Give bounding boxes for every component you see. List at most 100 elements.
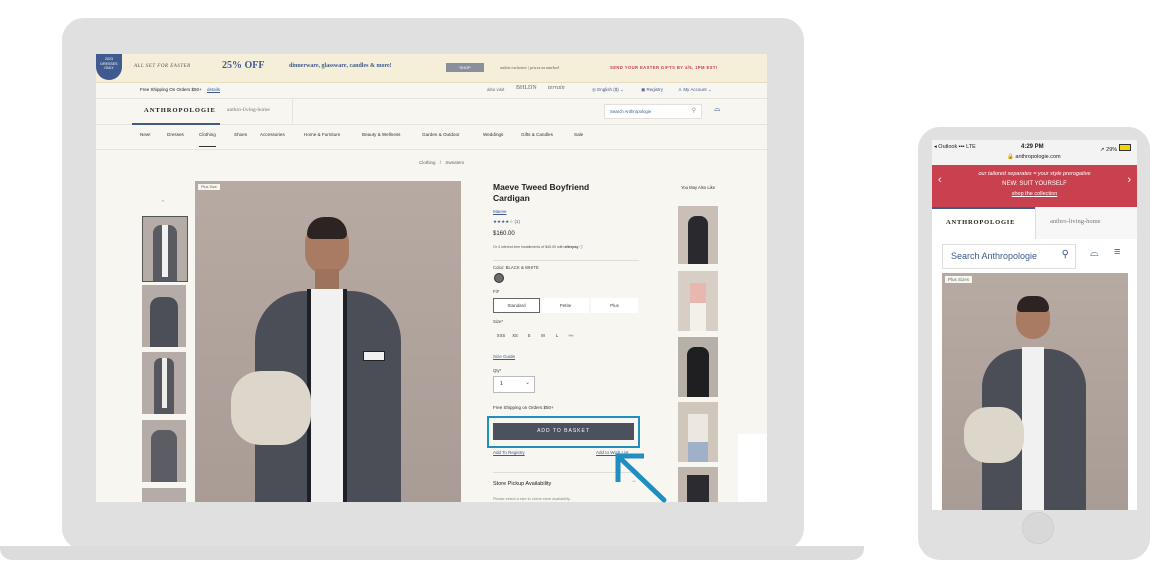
nav-new[interactable]: New! [140, 132, 150, 137]
nav-sale[interactable]: Sale [574, 132, 583, 137]
promo-shop-button[interactable]: SHOP [446, 63, 484, 72]
registry-link[interactable]: ▣ Registry [641, 87, 663, 93]
url-bar[interactable]: 🔒 anthropologie.com [1007, 154, 1061, 160]
search-icon[interactable]: ⚲ [692, 107, 696, 114]
product-title: Maeve Tweed Boyfriend Cardigan [493, 182, 590, 203]
mobile-plus-size-tag: Plus Sizes [945, 276, 973, 283]
qty-select[interactable]: 1 ⌄ [493, 376, 535, 393]
details-link[interactable]: details [207, 87, 220, 92]
nav-home-furniture[interactable]: Home & Furniture [304, 132, 340, 137]
side-panel [738, 434, 767, 502]
add-to-registry-link[interactable]: Add To Registry [493, 450, 525, 455]
breadcrumb-sweaters[interactable]: Sweaters [445, 160, 464, 165]
anthropologie-logo: ANTHROPOLOGIE [144, 107, 216, 114]
add-to-basket-button[interactable]: ADD TO BASKET [493, 423, 634, 440]
utility-bar: Free Shipping On Orders $50+ details als… [96, 82, 767, 99]
mobile-screen: ◂ Outlook ▪▪▪ LTE 4:29 PM ➚ 29% 🔒 anthro… [932, 140, 1137, 510]
promo-banner[interactable]: 2023 DRESSES ONLY ALL SET FOR EASTER 25%… [96, 54, 767, 83]
thumbnail-5[interactable] [142, 488, 186, 502]
anthropologie-tab[interactable]: ANTHROPOLOGIE [132, 98, 220, 125]
afterpay-logo: afterpay [564, 245, 579, 249]
language-selector[interactable]: ◎ English ($) ⌄ [592, 87, 624, 93]
recommendation-4[interactable] [678, 402, 718, 462]
thumbnail-3[interactable] [142, 352, 186, 414]
size-xs[interactable]: XS [510, 330, 520, 341]
mobile-search-input[interactable]: Search Anthropologie ⚲ [942, 244, 1076, 269]
promo-badge: 2023 DRESSES ONLY [96, 54, 122, 80]
mobile-anthropologie-logo: ANTHROPOLOGIE [946, 219, 1016, 226]
nav-dresses[interactable]: Dresses [167, 132, 184, 137]
size-s[interactable]: S [524, 330, 534, 341]
size-m[interactable]: M [538, 330, 548, 341]
size-l[interactable]: L [552, 330, 562, 341]
breadcrumb: Clothing / Sweaters [419, 160, 465, 165]
globe-icon: ◎ [592, 87, 596, 92]
thumbnail-4[interactable] [142, 420, 186, 482]
gift-icon: ▣ [641, 87, 646, 92]
info-icon[interactable]: ⓘ [580, 245, 584, 249]
basket-icon[interactable]: ⌓ [714, 104, 720, 114]
recommendation-3[interactable] [678, 337, 718, 397]
rating-stars: ★★★★☆ [493, 219, 514, 224]
product-price: $160.00 [493, 231, 515, 237]
fit-standard-button[interactable]: Standard [493, 298, 540, 313]
mobile-product-image[interactable]: Plus Sizes [942, 273, 1128, 510]
nav-clothing[interactable]: Clothing [199, 132, 216, 147]
chevron-down-icon: ⌄ [524, 380, 530, 386]
living-tab[interactable]: anthro-living-home [220, 98, 293, 123]
shipping-note: Free Shipping on Orders $50+ [493, 405, 554, 410]
nav-beauty-wellness[interactable]: Beauty & Wellness [362, 132, 400, 137]
rating[interactable]: ★★★★☆ (1) [493, 219, 520, 225]
brand-link[interactable]: Maeve [493, 209, 507, 214]
free-shipping-text: Free Shipping On Orders $50+ [140, 87, 202, 92]
recommendation-5[interactable] [678, 467, 718, 502]
nav-garden-outdoor[interactable]: Garden & Outdoor [422, 132, 460, 137]
time-text: 4:29 PM [1021, 144, 1044, 150]
mobile-living-tab[interactable]: anthro-living-home [1035, 207, 1137, 239]
thumbnail-2[interactable] [142, 285, 186, 347]
fit-petite-button[interactable]: Petite [542, 298, 589, 313]
battery-icon [1118, 144, 1131, 151]
bhldn-link[interactable]: BHLDN [516, 85, 537, 91]
nav-accessories[interactable]: Accessories [260, 132, 285, 137]
nav-shoes[interactable]: Shoes [234, 132, 247, 137]
promo-items: dinnerware, glassware, candles & more! [289, 63, 392, 69]
carrier-text: ◂ Outlook ▪▪▪ LTE [934, 144, 976, 150]
installments-text: Or 4 interest-free installments of $40.0… [493, 245, 584, 249]
breadcrumb-clothing[interactable]: Clothing [419, 160, 436, 165]
fit-plus-button[interactable]: Plus [591, 298, 638, 313]
laptop-base [0, 546, 864, 560]
size-xl[interactable]: XL [566, 330, 576, 341]
fit-label: Fit* [493, 289, 500, 294]
status-bar: ◂ Outlook ▪▪▪ LTE 4:29 PM ➚ 29% 🔒 anthro… [932, 140, 1137, 165]
mobile-living-logo: anthro-living-home [1050, 218, 1101, 225]
promo-send-gifts[interactable]: SEND YOUR EASTER GIFTS BY 4/5, 1PM EST! [610, 65, 718, 70]
terrain-link[interactable]: terrain [548, 85, 565, 91]
recommendation-1[interactable] [678, 206, 718, 264]
promo-all-set: ALL SET FOR EASTER [134, 64, 191, 69]
thumbnail-up-arrow[interactable]: ⌃ [160, 199, 166, 207]
main-nav: New! Dresses Clothing Shoes Accessories … [96, 124, 767, 150]
my-account-link[interactable]: ♙ My Account ⌄ [678, 87, 712, 93]
mobile-anthropologie-tab[interactable]: ANTHROPOLOGIE [932, 207, 1035, 239]
search-icon[interactable]: ⚲ [1062, 249, 1069, 260]
size-xxs[interactable]: XXS [496, 330, 506, 341]
menu-icon[interactable]: ≡ [1114, 246, 1120, 258]
banner-line2: NEW: SUIT YOURSELF [1002, 181, 1067, 187]
desktop-screen: 2023 DRESSES ONLY ALL SET FOR EASTER 25%… [96, 54, 767, 502]
banner-link[interactable]: shop the collection [932, 191, 1137, 197]
thumbnail-1[interactable] [142, 216, 188, 282]
phone-home-button[interactable] [1022, 512, 1054, 544]
recommendation-2[interactable] [678, 271, 718, 331]
basket-icon[interactable]: ⌓ [1090, 247, 1099, 260]
nav-weddings[interactable]: Weddings [483, 132, 503, 137]
product-main-image[interactable]: Plus Size [195, 181, 461, 502]
color-swatch[interactable] [494, 273, 504, 283]
lock-icon: 🔒 [1007, 154, 1014, 160]
size-guide-link[interactable]: Size Guide [493, 354, 515, 359]
search-input[interactable]: Search Anthropologie ⚲ [604, 104, 702, 119]
plus-size-tag: Plus Size [198, 184, 220, 190]
promo-carousel[interactable]: ‹ › our tailored separates = your style … [932, 165, 1137, 207]
nav-gifts-candles[interactable]: Gifts & Candles [521, 132, 553, 137]
store-pickup-heading[interactable]: Store Pickup Availability [493, 481, 551, 487]
